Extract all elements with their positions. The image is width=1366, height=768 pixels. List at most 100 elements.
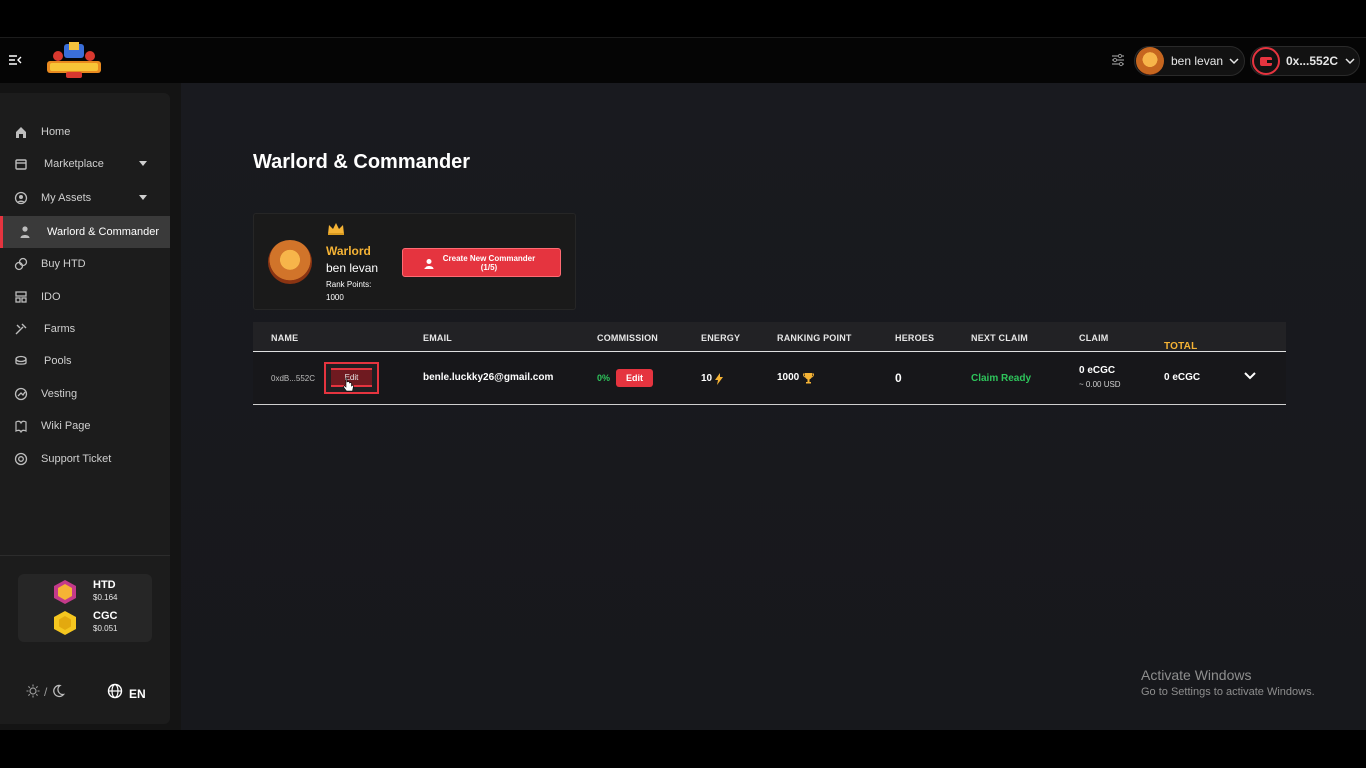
sidebar-item-label: IDO [41,291,61,303]
main-content-area [181,83,1366,730]
header-heroes: HEROES [895,333,935,343]
token-price: $0.164 [93,593,118,602]
token-name: HTD [93,579,116,591]
warlord-card: Warlord ben levan Rank Points: 1000 Crea… [253,213,576,310]
trophy-icon [802,371,815,384]
header-ranking-point: RANKING POINT [777,333,852,343]
rank-points-value: 1000 [326,293,344,302]
moon-icon [51,684,66,701]
chevron-down-icon [1345,52,1355,70]
home-icon [14,125,28,139]
user-circle-icon [14,191,28,205]
store-icon [14,157,28,171]
sidebar: Home Marketplace My Assets Warlord & Com… [0,93,170,724]
next-claim-status: Claim Ready [971,373,1032,384]
commanders-table: NAME EMAIL COMMISSION ENERGY RANKING POI… [253,322,1286,405]
token-htd[interactable]: HTD $0.164 [18,576,152,606]
header-name: NAME [271,333,299,343]
chevron-down-icon [1229,52,1239,70]
create-button-line2: (1/5) [480,263,498,272]
pool-icon [14,354,28,368]
commander-email: benle.luckky26@gmail.com [423,372,554,383]
user-menu-button[interactable]: ben levan [1134,46,1245,76]
sun-icon [26,684,40,701]
token-price: $0.051 [93,624,118,633]
wallet-menu-button[interactable]: 0x...552C [1250,46,1360,76]
crown-icon [327,222,345,236]
language-label: EN [129,686,146,701]
token-price-panel: HTD $0.164 CGC $0.051 [18,574,152,642]
create-button-line1: Create New Commander [442,254,536,263]
coins-icon [14,257,28,271]
token-cgc[interactable]: CGC $0.051 [18,607,152,637]
cgc-token-icon [52,610,78,636]
sidebar-item-home[interactable]: Home [0,116,170,148]
theme-separator: / [44,685,48,699]
sidebar-item-label: Pools [44,355,72,367]
commission-value: 0% [597,373,611,383]
wallet-address: 0x...552C [1286,54,1339,68]
book-icon [14,419,28,434]
sidebar-item-farms[interactable]: Farms [0,313,170,345]
add-user-icon [423,257,435,269]
warlord-avatar [268,240,312,284]
user-name: ben levan [1171,54,1224,68]
sidebar-item-label: Vesting [41,388,78,400]
sidebar-item-label: Farms [44,323,76,335]
sidebar-item-label: Buy HTD [41,258,86,270]
commander-address: 0xdB...552C [271,374,316,383]
header-email: EMAIL [423,333,452,343]
globe-icon [107,683,123,704]
sidebar-item-buy-htd[interactable]: Buy HTD [0,248,170,280]
sidebar-item-marketplace[interactable]: Marketplace [0,148,170,180]
sidebar-item-label: Wiki Page [41,420,91,432]
token-name: CGC [93,610,118,622]
lifebuoy-icon [14,452,28,466]
theme-toggle[interactable]: / [26,684,72,700]
table-row: 0xdB...552C Edit benle.luckky26@gmail.co… [253,353,1286,404]
sidebar-item-vesting[interactable]: Vesting [0,378,170,410]
caret-down-icon [139,161,147,166]
heroes-value: 0 [895,371,902,385]
ranking-point-value: 1000 [777,372,800,383]
wallet-icon [1252,47,1280,75]
expand-row-chevron-icon[interactable] [1243,369,1257,383]
warlord-rank: Warlord [326,244,371,258]
htd-token-icon [52,579,78,605]
avatar [1136,47,1164,75]
create-new-commander-button[interactable]: Create New Commander (1/5) [402,248,561,277]
claim-amount: 0 eCGC [1079,365,1116,376]
create-button-label: Create New Commander (1/5) [437,254,541,272]
sidebar-item-ido[interactable]: IDO [0,281,170,313]
sidebar-item-label: Warlord & Commander [47,226,160,238]
sidebar-item-label: Marketplace [44,158,104,170]
mouse-cursor-icon [343,377,355,393]
claim-usd: ~ 0.00 USD [1079,380,1121,389]
caret-down-icon [139,195,147,200]
header-next-claim: NEXT CLAIM [971,333,1028,343]
settings-sliders-icon[interactable] [1110,52,1126,68]
activate-windows-subtitle: Go to Settings to activate Windows. [1141,686,1315,698]
vesting-icon [14,387,28,401]
edit-commission-button[interactable]: Edit [616,369,653,387]
sidebar-item-wiki-page[interactable]: Wiki Page [0,410,170,442]
total-value: 0 eCGC [1164,372,1201,383]
tools-icon [14,322,28,336]
menu-toggle-icon[interactable] [8,53,22,67]
sidebar-item-label: Support Ticket [41,453,112,465]
sidebar-item-warlord-commander[interactable]: Warlord & Commander [0,216,170,248]
header-claim: CLAIM [1079,333,1109,343]
rank-points-label: Rank Points: [326,280,372,289]
sidebar-item-pools[interactable]: Pools [0,345,170,377]
sidebar-divider [0,555,170,556]
sidebar-item-label: My Assets [41,192,92,204]
person-icon [18,225,32,239]
header-total: TOTAL [1164,341,1198,352]
heroes-td-logo[interactable] [44,42,104,80]
sidebar-item-support-ticket[interactable]: Support Ticket [0,443,170,475]
header-energy: ENERGY [701,333,741,343]
language-selector[interactable]: EN [107,683,146,704]
header-commission: COMMISSION [597,333,659,343]
sidebar-item-my-assets[interactable]: My Assets [0,182,170,214]
activate-windows-title: Activate Windows [1141,667,1252,683]
